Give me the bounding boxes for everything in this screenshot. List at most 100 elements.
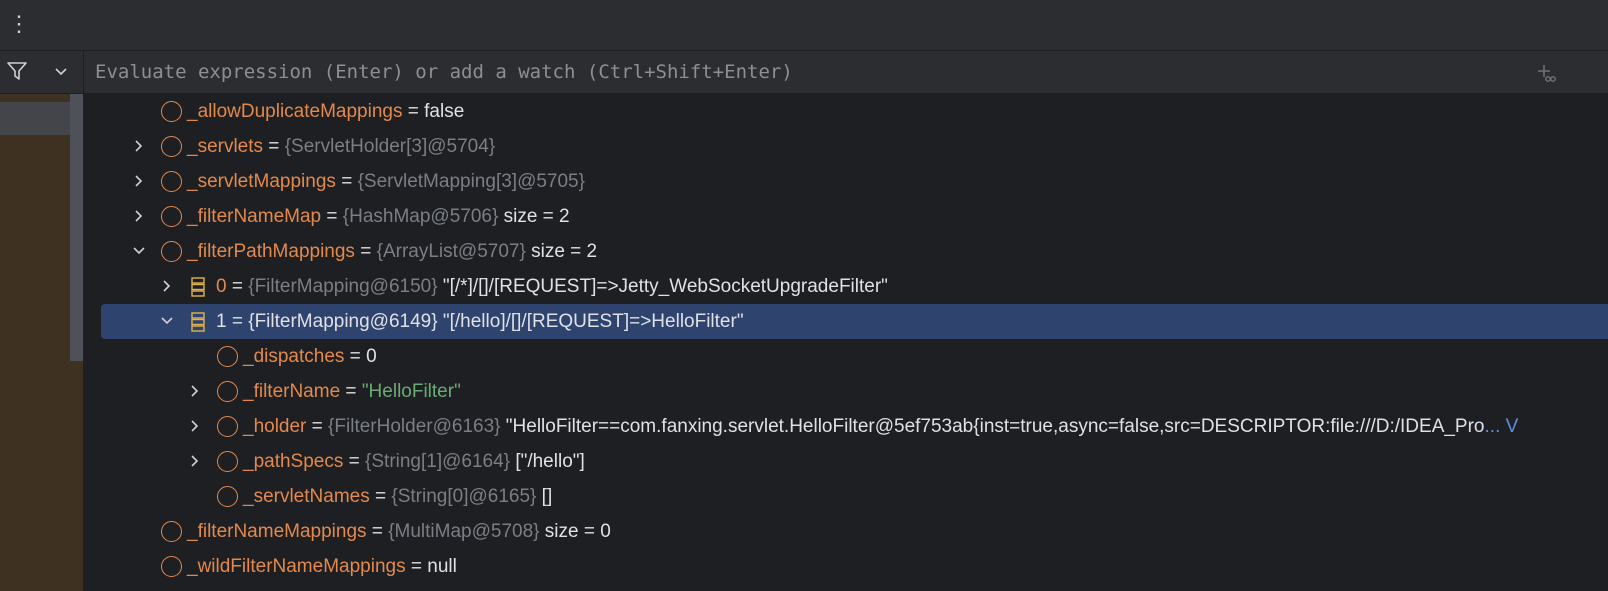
variable-type: {FilterMapping@6150} (248, 276, 438, 297)
chevron-right-icon[interactable] (159, 278, 175, 294)
variable-value: false (424, 101, 465, 122)
tree-row-content: _filterNameMappings = {MultiMap@5708} si… (187, 514, 611, 549)
frames-list[interactable] (0, 94, 83, 591)
kebab-icon[interactable]: ⋮ (8, 11, 30, 39)
variable-name: _wildFilterNameMappings (187, 556, 406, 577)
tree-row-content: 0 = {FilterMapping@6150} "[/*]/[]/[REQUE… (216, 269, 888, 304)
variable-type: {String[0]@6165} (391, 486, 537, 507)
chevron-right-icon[interactable] (131, 208, 147, 224)
equals-sign: = (226, 276, 249, 297)
frames-filter-bar (0, 51, 83, 94)
view-more-link: ... V (1484, 416, 1519, 437)
evaluate-expression-input[interactable] (95, 51, 1515, 93)
equals-sign: = (321, 206, 343, 227)
equals-sign: = (369, 486, 392, 507)
tree-row-content: _filterPathMappings = {ArrayList@5707} s… (187, 234, 597, 269)
variable-name: _pathSpecs (243, 451, 344, 472)
field-icon (161, 136, 182, 157)
variable-value: ["/hello"] (515, 451, 585, 472)
tree-row[interactable]: _pathSpecs = {String[1]@6164} ["/hello"] (84, 444, 1608, 479)
field-icon (217, 346, 238, 367)
variable-name: _servletMappings (187, 171, 336, 192)
variable-type: {MultiMap@5708} (388, 521, 540, 542)
chevron-down-icon[interactable] (53, 63, 69, 79)
variable-type: {String[1]@6164} (365, 451, 511, 472)
tree-row[interactable]: _filterNameMap = {HashMap@5706} size = 2 (84, 199, 1608, 234)
tree-row[interactable]: _wildFilterNameMappings = null (84, 549, 1608, 584)
tree-row-content: _servletMappings = {ServletMapping[3]@57… (187, 164, 585, 199)
variable-value: null (427, 556, 457, 577)
tree-row[interactable]: _filterPathMappings = {ArrayList@5707} s… (84, 234, 1608, 269)
variable-name: _servlets (187, 136, 264, 157)
tree-row-content: _dispatches = 0 (243, 339, 377, 374)
tree-row-content: _filterNameMap = {HashMap@5706} size = 2 (187, 199, 570, 234)
tree-row[interactable]: _allowDuplicateMappings = false (84, 94, 1608, 129)
variable-type: {HashMap@5706} (342, 206, 499, 227)
variable-type: {ServletMapping[3]@5705} (357, 171, 585, 192)
tree-row-content: 1 = {FilterMapping@6149} "[/hello]/[]/[R… (216, 304, 744, 339)
tree-row[interactable]: _holder = {FilterHolder@6163} "HelloFilt… (84, 409, 1608, 444)
tree-row[interactable]: _dispatches = 0 (84, 339, 1608, 374)
field-icon (161, 101, 182, 122)
tree-row[interactable]: _filterName = "HelloFilter" (84, 374, 1608, 409)
field-icon (161, 241, 182, 262)
add-watch-icon[interactable] (1536, 63, 1556, 83)
field-icon (161, 556, 182, 577)
string-value: "HelloFilter" (361, 381, 461, 402)
tree-row-content: _filterName = "HelloFilter" (243, 374, 461, 409)
chevron-right-icon[interactable] (187, 453, 203, 469)
chevron-right-icon[interactable] (131, 173, 147, 189)
field-icon (217, 381, 238, 402)
tree-row[interactable]: _servlets = {ServletHolder[3]@5704} (84, 129, 1608, 164)
variable-value: "[/hello]/[]/[REQUEST]=>HelloFilter" (442, 311, 744, 332)
variable-name: 0 (216, 276, 227, 297)
equals-sign: = (306, 416, 329, 437)
field-icon (161, 206, 182, 227)
tree-row[interactable]: _servletMappings = {ServletMapping[3]@57… (84, 164, 1608, 199)
equals-sign: = (366, 521, 389, 542)
variables-tree: _allowDuplicateMappings = false _servlets… (84, 94, 1608, 591)
chevron-right-icon[interactable] (187, 383, 203, 399)
equals-sign: = (405, 556, 428, 577)
tree-row-content: _allowDuplicateMappings = false (187, 94, 464, 129)
variable-name: _filterName (243, 381, 341, 402)
tree-row-content: _wildFilterNameMappings = null (187, 549, 457, 584)
evaluate-bar (84, 51, 1608, 94)
tree-row[interactable]: 0 = {FilterMapping@6150} "[/*]/[]/[REQUE… (84, 269, 1608, 304)
variable-type: {ArrayList@5707} (376, 241, 526, 262)
equals-sign: = (340, 381, 362, 402)
frames-panel (0, 51, 84, 591)
variable-type: {FilterHolder@6163} (328, 416, 501, 437)
frames-scrollbar[interactable] (70, 94, 83, 361)
tree-row[interactable]: 1 = {FilterMapping@6149} "[/hello]/[]/[R… (84, 304, 1608, 339)
field-icon (161, 521, 182, 542)
equals-sign: = (335, 171, 358, 192)
array-element-icon (191, 312, 205, 332)
variable-name: 1 (216, 311, 227, 332)
equals-sign: = (354, 241, 377, 262)
equals-sign: = (226, 311, 249, 332)
chevron-down-icon[interactable] (131, 243, 147, 259)
variable-value: "HelloFilter==com.fanxing.servlet.HelloF… (505, 416, 1485, 437)
chevron-right-icon[interactable] (187, 418, 203, 434)
array-element-icon (191, 277, 205, 297)
field-icon (217, 486, 238, 507)
variable-type: {FilterMapping@6149} (248, 311, 438, 332)
chevron-right-icon[interactable] (131, 138, 147, 154)
field-icon (161, 171, 182, 192)
filter-icon[interactable] (6, 60, 28, 82)
equals-sign: = (344, 346, 367, 367)
variable-name: _holder (243, 416, 307, 437)
equals-sign: = (402, 101, 425, 122)
field-icon (217, 416, 238, 437)
tree-row[interactable]: _filterNameMappings = {MultiMap@5708} si… (84, 514, 1608, 549)
chevron-down-icon[interactable] (159, 313, 175, 329)
selected-frame[interactable] (0, 102, 70, 135)
tree-row[interactable]: _servletNames = {String[0]@6165} [] (84, 479, 1608, 514)
variable-value: 0 (366, 346, 377, 367)
debugger-toolbar: ⋮ (0, 0, 1608, 51)
variable-type: {ServletHolder[3]@5704} (284, 136, 496, 157)
variable-value: size = 2 (531, 241, 598, 262)
field-icon (217, 451, 238, 472)
variable-name: _filterPathMappings (187, 241, 355, 262)
